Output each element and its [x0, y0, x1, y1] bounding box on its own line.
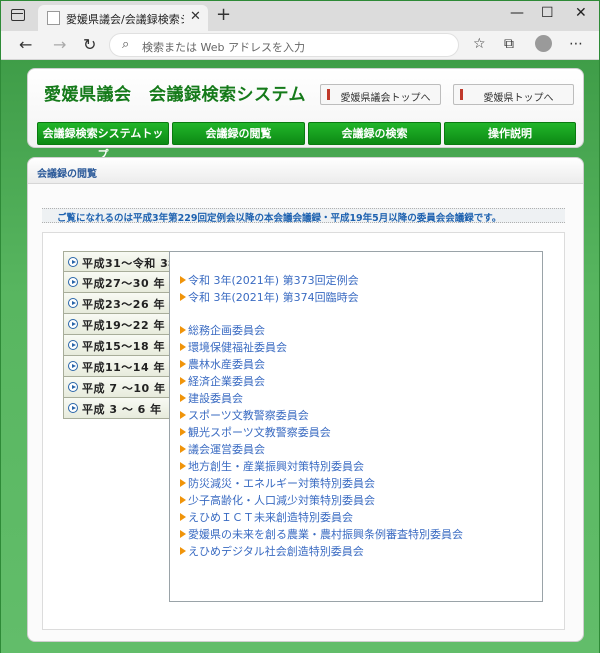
page-viewport: 愛媛県議会 会議録検索システム 愛媛県議会トップへ 愛媛県トップへ 会議録検索シ… — [1, 60, 599, 653]
nav-help[interactable]: 操作説明 — [444, 122, 576, 145]
search-icon: ⌕ — [122, 37, 130, 52]
orange-arrow-icon — [180, 411, 186, 419]
committee-link[interactable]: 少子高齢化・人口減少対策特別委員会 — [180, 492, 375, 508]
address-placeholder: 検索または Web アドレスを入力 — [142, 41, 305, 54]
orange-arrow-icon — [180, 377, 186, 385]
orange-arrow-icon — [180, 445, 186, 453]
play-bullet-icon — [68, 382, 78, 392]
play-bullet-icon — [68, 257, 78, 267]
orange-arrow-icon — [180, 479, 186, 487]
orange-arrow-icon — [180, 496, 186, 504]
year-range-item[interactable]: 平成27～30 年 — [63, 272, 170, 293]
site-title: 愛媛県議会 会議録検索システム — [44, 85, 306, 105]
section-title: 会議録の閲覧 — [37, 169, 97, 180]
year-range-item[interactable]: 平成 7 ～10 年 — [63, 377, 170, 398]
page-favicon-icon — [47, 11, 60, 25]
meeting-list: 令和 3年(2021年) 第373回定例会 令和 3年(2021年) 第374回… — [169, 251, 543, 602]
orange-arrow-icon — [180, 530, 186, 538]
orange-arrow-icon — [180, 462, 186, 470]
play-bullet-icon — [68, 340, 78, 350]
window-menu-icon[interactable] — [11, 9, 25, 21]
orange-arrow-icon — [180, 547, 186, 555]
browser-window: 愛媛県議会/会議録検索システム ✕ + — ☐ ✕ ← → ↻ ⌕ 検索または … — [0, 0, 600, 653]
assembly-top-link[interactable]: 愛媛県議会トップへ — [320, 84, 441, 105]
address-bar[interactable]: ⌕ 検索または Web アドレスを入力 — [109, 33, 459, 57]
site-header: 愛媛県議会 会議録検索システム 愛媛県議会トップへ 愛媛県トップへ 会議録検索シ… — [27, 68, 584, 161]
play-bullet-icon — [68, 298, 78, 308]
committee-link[interactable]: 建設委員会 — [180, 390, 243, 406]
play-bullet-icon — [68, 277, 78, 287]
more-menu-icon[interactable]: ⋯ — [569, 36, 583, 52]
section-header: 会議録の閲覧 — [28, 158, 583, 184]
committee-link[interactable]: 防災減災・エネルギー対策特別委員会 — [180, 475, 375, 491]
orange-arrow-icon — [180, 360, 186, 368]
committee-link[interactable]: えひめデジタル社会創造特別委員会 — [180, 543, 364, 559]
committee-link[interactable]: 環境保健福祉委員会 — [180, 339, 287, 355]
orange-arrow-icon — [180, 343, 186, 351]
play-bullet-icon — [68, 361, 78, 371]
nav-search-system-top[interactable]: 会議録検索システムトップ — [37, 122, 169, 161]
nav-search-minutes[interactable]: 会議録の検索 — [308, 122, 441, 145]
orange-arrow-icon — [180, 326, 186, 334]
orange-arrow-icon — [180, 428, 186, 436]
session-link[interactable]: 令和 3年(2021年) 第374回臨時会 — [180, 289, 359, 305]
year-range-item[interactable]: 平成 3 ～ 6 年 — [63, 398, 170, 419]
browser-tab[interactable]: 愛媛県議会/会議録検索システム ✕ — [38, 5, 208, 31]
forward-icon[interactable]: → — [53, 35, 66, 54]
orange-arrow-icon — [180, 394, 186, 402]
minimize-icon[interactable]: — — [510, 5, 524, 21]
committee-link[interactable]: 農林水産委員会 — [180, 356, 265, 372]
year-range-item[interactable]: 平成19～22 年 — [63, 314, 170, 335]
year-range-item[interactable]: 平成31～令和 3年 — [63, 251, 179, 272]
maximize-icon[interactable]: ☐ — [541, 5, 554, 21]
year-range-menu: 平成31～令和 3年 平成27～30 年 平成23～26 年 平成19～22 年… — [63, 251, 179, 419]
refresh-icon[interactable]: ↻ — [83, 35, 96, 54]
prefecture-top-link[interactable]: 愛媛県トップへ — [453, 84, 574, 105]
committee-link[interactable]: スポーツ文教警察委員会 — [180, 407, 309, 423]
play-bullet-icon — [68, 319, 78, 329]
browser-toolbar: ← → ↻ ⌕ 検索または Web アドレスを入力 ☆ ⧉ ⋯ — [1, 31, 599, 60]
nav-browse-minutes[interactable]: 会議録の閲覧 — [172, 122, 305, 145]
back-icon[interactable]: ← — [19, 35, 32, 54]
tab-title: 愛媛県議会/会議録検索システム — [66, 13, 184, 26]
tab-close-icon[interactable]: ✕ — [190, 9, 201, 24]
orange-arrow-icon — [180, 293, 186, 301]
committee-link[interactable]: 観光スポーツ文教警察委員会 — [180, 424, 331, 440]
year-range-item[interactable]: 平成15～18 年 — [63, 335, 170, 356]
committee-link[interactable]: 経済企業委員会 — [180, 373, 265, 389]
main-panel: 会議録の閲覧 ご覧になれるのは平成3年第229回定例会以降の本会議会議録・平成1… — [27, 157, 584, 642]
notice-bar: ご覧になれるのは平成3年第229回定例会以降の本会議会議録・平成19年5月以降の… — [42, 208, 565, 224]
orange-arrow-icon — [180, 276, 186, 284]
committee-link[interactable]: 総務企画委員会 — [180, 322, 265, 338]
year-range-item[interactable]: 平成11～14 年 — [63, 356, 170, 377]
collections-icon[interactable]: ⧉ — [504, 36, 514, 52]
committee-link[interactable]: えひめＩＣＴ未来創造特別委員会 — [180, 509, 353, 525]
tab-strip: 愛媛県議会/会議録検索システム ✕ + — ☐ ✕ — [1, 1, 599, 31]
committee-link[interactable]: 議会運営委員会 — [180, 441, 265, 457]
notice-text: ご覧になれるのは平成3年第229回定例会以降の本会議会議録・平成19年5月以降の… — [57, 213, 502, 224]
committee-link[interactable]: 愛媛県の未来を創る農業・農村振興条例審査特別委員会 — [180, 526, 463, 542]
committee-link[interactable]: 地方創生・産業振興対策特別委員会 — [180, 458, 364, 474]
new-tab-icon[interactable]: + — [216, 6, 231, 24]
play-bullet-icon — [68, 403, 78, 413]
year-range-item[interactable]: 平成23～26 年 — [63, 293, 170, 314]
profile-avatar[interactable] — [535, 35, 552, 52]
favorites-icon[interactable]: ☆ — [473, 36, 486, 52]
close-window-icon[interactable]: ✕ — [575, 5, 587, 21]
orange-arrow-icon — [180, 513, 186, 521]
session-link[interactable]: 令和 3年(2021年) 第373回定例会 — [180, 272, 359, 288]
content-area: 平成31～令和 3年 平成27～30 年 平成23～26 年 平成19～22 年… — [42, 232, 565, 630]
